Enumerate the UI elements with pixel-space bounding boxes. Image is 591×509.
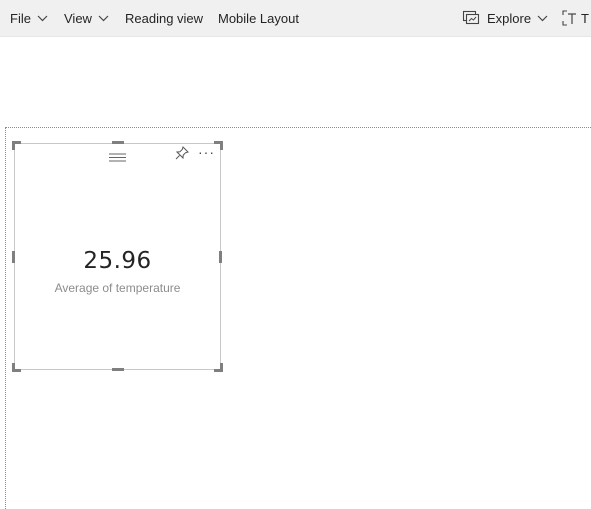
file-menu-label: File [10, 10, 31, 26]
chevron-down-icon [37, 15, 48, 22]
chevron-down-icon [537, 15, 548, 22]
explore-label: Explore [487, 10, 532, 26]
explore-icon [462, 10, 480, 26]
resize-handle-top-right[interactable] [213, 141, 223, 151]
text-box-icon [562, 10, 578, 26]
resize-handle-top[interactable] [112, 141, 124, 144]
resize-handle-left[interactable] [12, 251, 15, 263]
mobile-layout-label: Mobile Layout [218, 10, 299, 26]
mobile-layout-button[interactable]: Mobile Layout [218, 0, 299, 36]
chevron-down-icon [98, 15, 109, 22]
resize-handle-bottom[interactable] [112, 368, 124, 371]
text-box-button[interactable]: T [562, 0, 589, 36]
card-visual[interactable]: ··· 25.96 Average of temperature [14, 143, 221, 370]
resize-handle-bottom-left[interactable] [12, 362, 22, 372]
visual-header: ··· [15, 144, 220, 162]
resize-handle-right[interactable] [219, 251, 222, 263]
ribbon-toolbar: File View Reading view Mobile Layout Exp… [0, 0, 591, 37]
explore-menu[interactable]: Explore [462, 0, 548, 36]
file-menu[interactable]: File [10, 0, 48, 36]
resize-handle-top-left[interactable] [12, 141, 22, 151]
resize-handle-bottom-right[interactable] [213, 362, 223, 372]
card-label: Average of temperature [54, 281, 181, 295]
text-box-label: T [581, 10, 589, 26]
drag-grip-icon[interactable] [109, 149, 126, 162]
view-menu-label: View [64, 10, 92, 26]
view-menu[interactable]: View [64, 0, 109, 36]
card-value: 25.96 [83, 248, 152, 274]
pin-icon[interactable] [174, 145, 190, 161]
reading-view-button[interactable]: Reading view [125, 0, 203, 36]
reading-view-label: Reading view [125, 10, 204, 26]
